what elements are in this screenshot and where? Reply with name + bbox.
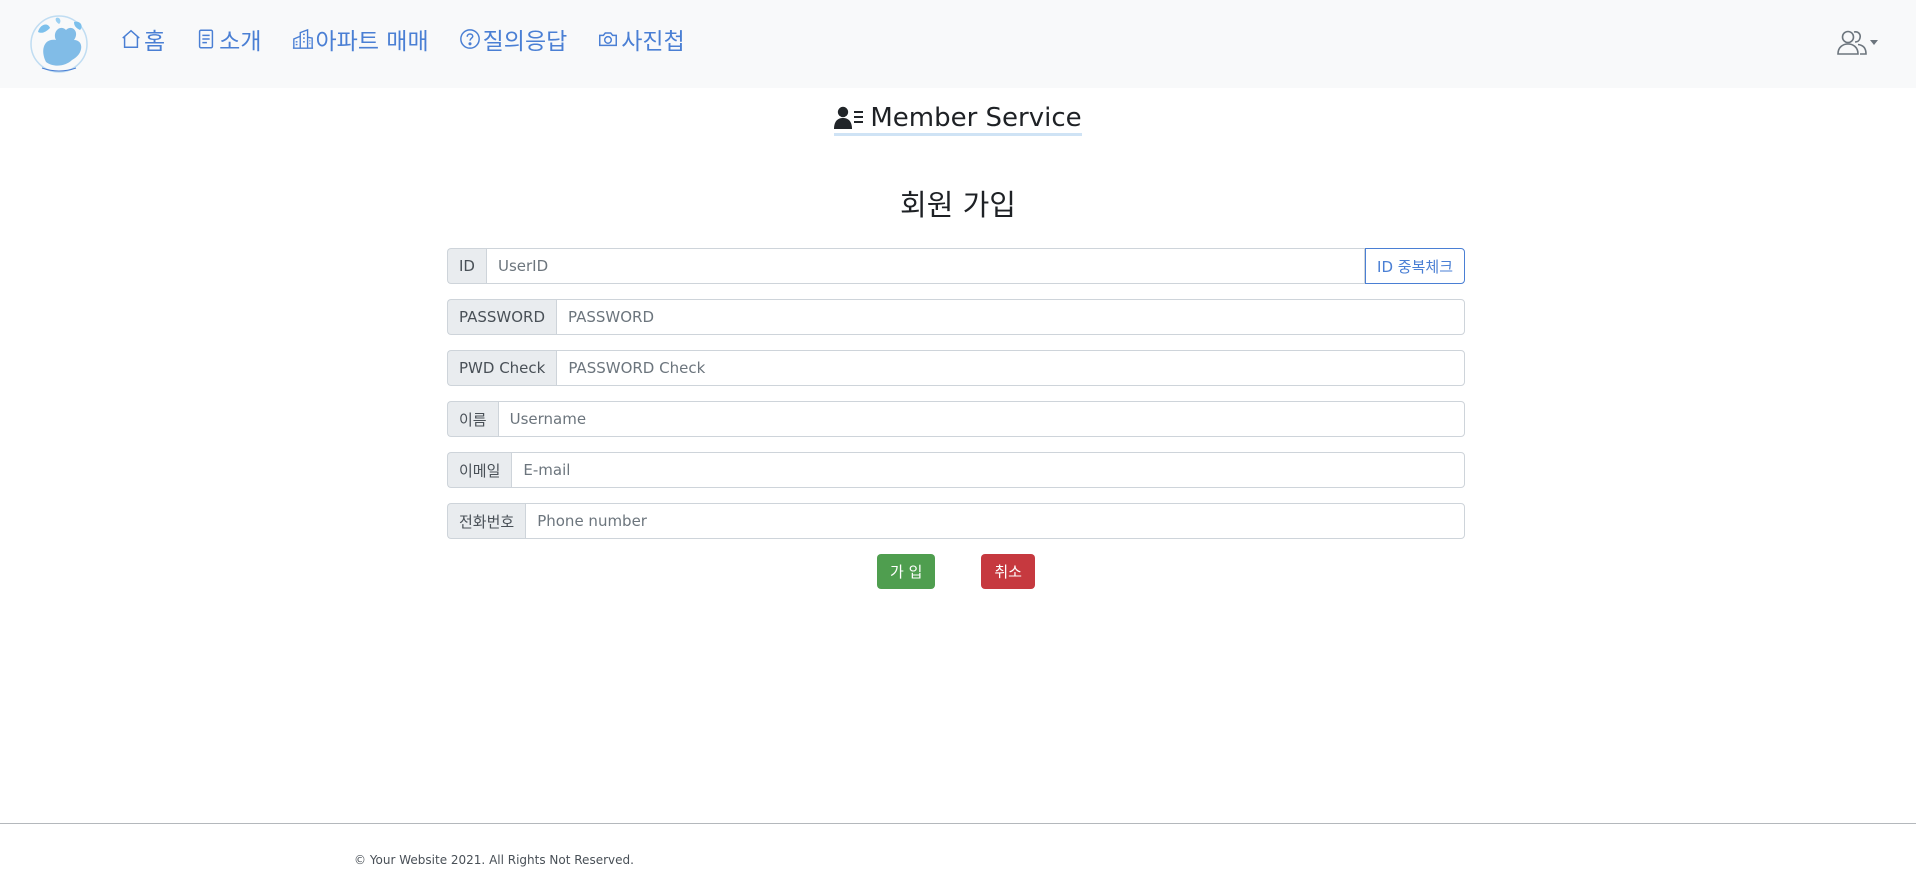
nav-intro[interactable]: 소개	[195, 22, 262, 56]
nav-qna[interactable]: 질의응답	[459, 22, 568, 56]
question-circle-icon	[459, 29, 480, 49]
nav-gallery[interactable]: 사진첩	[597, 22, 685, 56]
form-actions: 가 입 취소	[447, 554, 1465, 589]
footer-divider	[0, 823, 1916, 824]
phone-label: 전화번호	[447, 503, 526, 539]
nav-apartment-label: 아파트 매매	[315, 29, 429, 55]
signup-button[interactable]: 가 입	[877, 554, 936, 589]
phone-input-group: 전화번호	[447, 503, 1465, 539]
users-icon	[1837, 30, 1867, 55]
nav-qna-label: 질의응답	[482, 29, 568, 55]
email-field[interactable]	[511, 452, 1465, 488]
password-check-field[interactable]	[556, 350, 1465, 386]
name-label: 이름	[447, 401, 498, 437]
camera-icon	[599, 32, 618, 47]
email-label: 이메일	[447, 452, 512, 488]
service-title-text: Member Service	[870, 103, 1082, 133]
id-label: ID	[447, 248, 486, 284]
nav-home-label: 홈	[144, 29, 166, 55]
password-input-group: PASSWORD	[447, 299, 1465, 335]
nav-intro-label: 소개	[219, 29, 262, 55]
site-logo[interactable]	[26, 10, 92, 78]
service-heading: Member Service	[0, 103, 1916, 136]
form-title: 회원 가입	[900, 188, 1016, 222]
password-check-label: PWD Check	[447, 350, 557, 386]
id-duplicate-check-button[interactable]: ID 중복체크	[1365, 248, 1465, 284]
chevron-down-icon	[1870, 39, 1878, 45]
logo-image	[30, 15, 88, 73]
nav-gallery-label: 사진첩	[621, 29, 685, 55]
password-field[interactable]	[556, 299, 1465, 335]
email-input-group: 이메일	[447, 452, 1465, 488]
id-field[interactable]	[485, 248, 1366, 284]
member-list-icon	[834, 106, 864, 129]
nav-home[interactable]: 홈	[120, 22, 165, 56]
name-input-group: 이름	[447, 401, 1465, 437]
footer-copyright: © Your Website 2021. All Rights Not Rese…	[354, 853, 634, 867]
navbar: 홈 소개 아파트 매매 질의응답 사진첩	[0, 0, 1916, 88]
nav-apartment[interactable]: 아파트 매매	[292, 22, 429, 56]
cancel-button[interactable]: 취소	[981, 554, 1035, 589]
user-menu-dropdown[interactable]	[1836, 28, 1878, 56]
signup-form: ID ID 중복체크 PASSWORD PWD Check 이름 이메일 전화번…	[447, 248, 1465, 589]
password-check-input-group: PWD Check	[447, 350, 1465, 386]
building-icon	[292, 28, 313, 49]
document-icon	[199, 29, 214, 49]
name-field[interactable]	[497, 401, 1465, 437]
home-icon	[122, 29, 140, 48]
id-input-group: ID ID 중복체크	[447, 248, 1465, 284]
phone-field[interactable]	[525, 503, 1465, 539]
password-label: PASSWORD	[447, 299, 557, 335]
